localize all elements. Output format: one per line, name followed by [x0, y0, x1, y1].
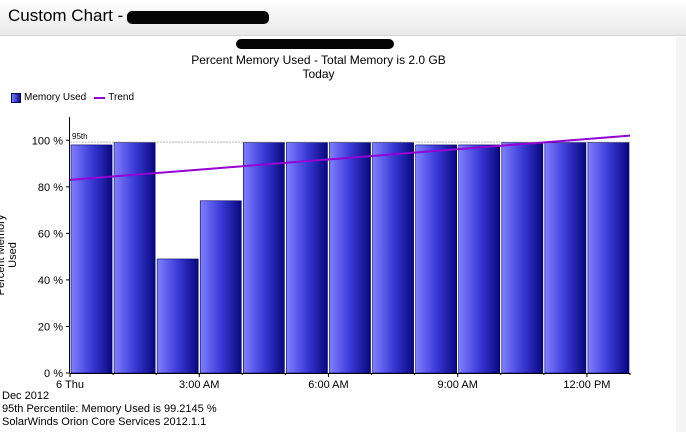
- x-tick-label: 12:00 PM: [563, 379, 610, 391]
- bar-memory-used: [113, 142, 156, 374]
- bar-memory-used: [372, 142, 414, 374]
- footer-percentile: 95th Percentile: Memory Used is 99.2145 …: [2, 403, 217, 415]
- bar-memory-used: [415, 144, 457, 374]
- y-tick-label: 100 %: [32, 135, 63, 147]
- chart-panel: Percent Memory Used - Total Memory is 2.…: [0, 37, 637, 393]
- bar-chart: 95th 0 %20 %40 %60 %80 %100 %6 Thu 3:00 A…: [32, 117, 631, 391]
- page-title: Custom Chart -: [8, 6, 124, 25]
- footer-product: SolarWinds Orion Core Services 2012.1.1: [2, 416, 207, 428]
- bar-memory-used: [501, 142, 544, 374]
- y-tick-label: 60 %: [38, 228, 63, 240]
- bar-memory-used: [199, 200, 242, 374]
- x-tick-label: 6:00 AM: [308, 379, 348, 391]
- bar-memory-used: [458, 144, 501, 374]
- y-tick-label: 40 %: [38, 275, 63, 287]
- bar-memory-used: [329, 142, 371, 374]
- bar-memory-used: [544, 142, 587, 374]
- y-tick-label: 80 %: [38, 182, 63, 194]
- page-scrollbar[interactable]: [676, 37, 686, 432]
- x-tick-label: 9:00 AM: [438, 379, 478, 391]
- percentile-reference-label: 95th: [72, 132, 88, 141]
- redacted-node-name: [127, 11, 269, 24]
- bar-memory-used: [156, 258, 199, 374]
- footer-date: Dec 2012: [2, 390, 50, 402]
- chart-footer: Dec 2012 95th Percentile: Memory Used is…: [2, 390, 217, 429]
- y-tick-label: 20 %: [38, 321, 63, 333]
- bar-memory-used: [587, 142, 630, 374]
- window-header: Custom Chart -: [0, 0, 686, 36]
- bar-memory-used: [286, 142, 328, 374]
- bar-memory-used: [243, 142, 285, 374]
